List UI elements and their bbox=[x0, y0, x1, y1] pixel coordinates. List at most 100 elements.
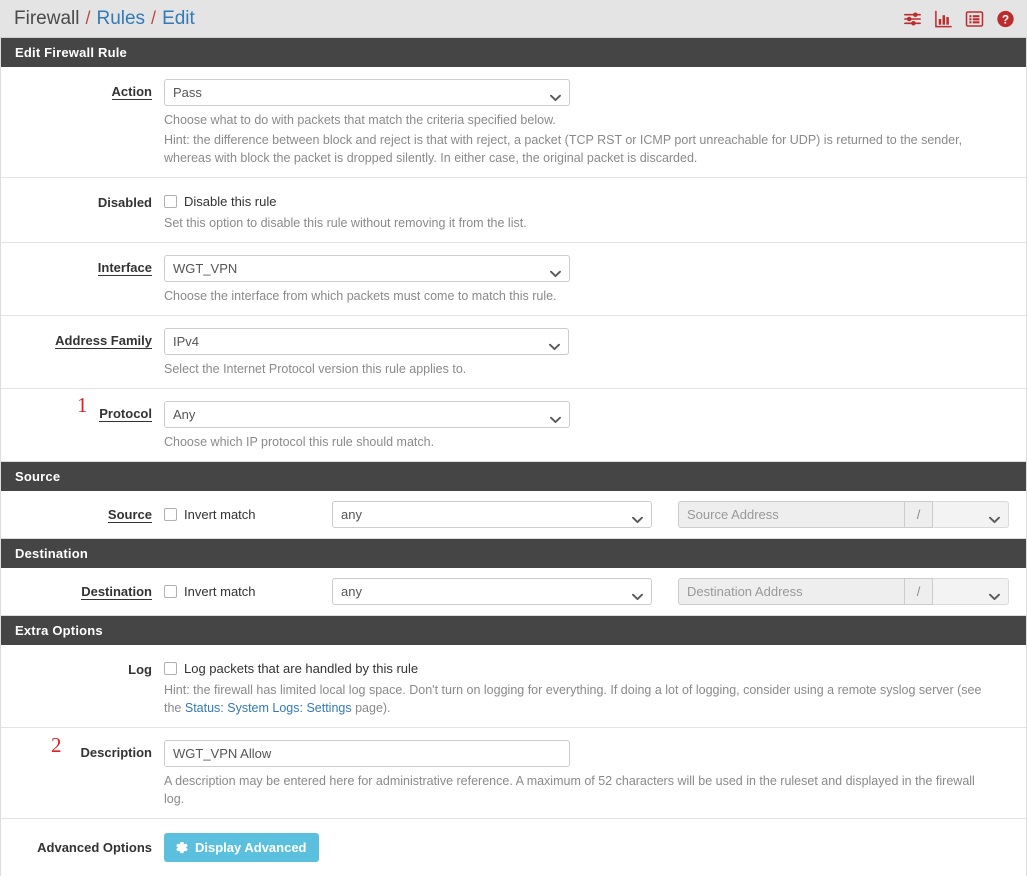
destination-invert-label[interactable]: Invert match bbox=[184, 584, 256, 599]
display-advanced-button[interactable]: Display Advanced bbox=[164, 833, 319, 862]
label-advanced-options-col: Advanced Options bbox=[1, 833, 164, 855]
destination-mask-wrap bbox=[933, 578, 1009, 605]
panel-body-edit-rule: Action Pass Choose what to do with packe… bbox=[1, 67, 1026, 461]
panel-title-destination: Destination bbox=[1, 539, 1026, 568]
form-row-disabled: Disabled Disable this rule Set this opti… bbox=[1, 178, 1026, 243]
label-advanced-options: Advanced Options bbox=[37, 840, 152, 855]
panel-title-extra-options: Extra Options bbox=[1, 616, 1026, 645]
panel-title-edit-rule: Edit Firewall Rule bbox=[1, 38, 1026, 67]
source-type-select[interactable]: any bbox=[332, 501, 652, 528]
field-description: A description may be entered here for ad… bbox=[164, 740, 1026, 808]
form-row-action: Action Pass Choose what to do with packe… bbox=[1, 67, 1026, 178]
form-row-log: Log Log packets that are handled by this… bbox=[1, 645, 1026, 728]
form-row-source: Source Invert match any Source Address / bbox=[1, 491, 1026, 538]
source-invert-group: Invert match bbox=[164, 507, 332, 522]
interface-select-wrap: WGT_VPN bbox=[164, 255, 570, 282]
source-mask-wrap bbox=[933, 501, 1009, 528]
label-action: Action bbox=[111, 84, 152, 100]
label-source-col: Source bbox=[1, 501, 164, 523]
breadcrumb-separator: / bbox=[151, 7, 157, 28]
field-advanced-options: Display Advanced bbox=[164, 833, 1026, 862]
source-controls: Invert match any / bbox=[164, 501, 1012, 528]
sliders-icon[interactable] bbox=[903, 9, 922, 28]
source-address-input[interactable] bbox=[678, 501, 904, 528]
action-select[interactable]: Pass bbox=[164, 79, 570, 106]
panel-destination: Destination Destination Invert match any bbox=[0, 539, 1027, 616]
field-log: Log packets that are handled by this rul… bbox=[164, 657, 1026, 717]
source-address-slash: / bbox=[904, 501, 933, 528]
label-address-family-col: Address Family bbox=[1, 328, 164, 349]
label-destination-col: Destination bbox=[1, 578, 164, 600]
help-log: Hint: the firewall has limited local log… bbox=[164, 681, 994, 717]
label-protocol: Protocol bbox=[99, 406, 152, 422]
source-type-select-wrap: any bbox=[332, 501, 652, 528]
source-address-group: / bbox=[678, 501, 1009, 528]
form-row-interface: Interface WGT_VPN Choose the interface f… bbox=[1, 243, 1026, 316]
breadcrumb-root: Firewall bbox=[14, 7, 80, 29]
protocol-select[interactable]: Any bbox=[164, 401, 570, 428]
panel-title-source: Source bbox=[1, 462, 1026, 491]
field-destination: Invert match any / bbox=[164, 578, 1026, 605]
label-log: Log bbox=[128, 662, 152, 677]
form-row-destination: Destination Invert match any Destination… bbox=[1, 568, 1026, 615]
help-action-1: Choose what to do with packets that matc… bbox=[164, 113, 556, 127]
destination-type-select[interactable]: any bbox=[332, 578, 652, 605]
source-invert-checkbox[interactable] bbox=[164, 508, 177, 521]
header-icon-group: ? bbox=[903, 9, 1015, 28]
breadcrumb: Firewall / Rules / Edit bbox=[14, 8, 195, 30]
interface-select[interactable]: WGT_VPN bbox=[164, 255, 570, 282]
label-description-col: Description bbox=[1, 740, 164, 760]
destination-address-input[interactable] bbox=[678, 578, 904, 605]
help-icon[interactable]: ? bbox=[996, 9, 1015, 28]
help-protocol: Choose which IP protocol this rule shoul… bbox=[164, 435, 435, 449]
label-disabled-col: Disabled bbox=[1, 190, 164, 210]
list-icon[interactable] bbox=[965, 9, 984, 28]
description-input[interactable] bbox=[164, 740, 570, 767]
breadcrumb-bar: Firewall / Rules / Edit ? bbox=[0, 0, 1027, 38]
breadcrumb-edit-link[interactable]: Edit bbox=[162, 8, 195, 30]
destination-invert-checkbox[interactable] bbox=[164, 585, 177, 598]
system-logs-settings-link[interactable]: Status: System Logs: Settings bbox=[185, 701, 352, 715]
panel-source: Source Source Invert match any Source Ad… bbox=[0, 462, 1027, 539]
log-checkline: Log packets that are handled by this rul… bbox=[164, 657, 1012, 676]
help-interface: Choose the interface from which packets … bbox=[164, 289, 557, 303]
help-action-2: Hint: the difference between block and r… bbox=[164, 133, 963, 165]
form-row-address-family: Address Family IPv4 Select the Internet … bbox=[1, 316, 1026, 389]
action-select-wrap: Pass bbox=[164, 79, 570, 106]
help-description: A description may be entered here for ad… bbox=[164, 774, 975, 806]
log-packets-checkbox[interactable] bbox=[164, 662, 177, 675]
display-advanced-button-label: Display Advanced bbox=[195, 840, 307, 855]
label-log-col: Log bbox=[1, 657, 164, 677]
protocol-select-wrap: Any bbox=[164, 401, 570, 428]
label-interface: Interface bbox=[97, 260, 152, 276]
source-mask-select[interactable] bbox=[933, 501, 1009, 528]
field-address-family: IPv4 Select the Internet Protocol versio… bbox=[164, 328, 1026, 378]
panel-body-extra-options: Log Log packets that are handled by this… bbox=[1, 645, 1026, 876]
field-disabled: Disable this rule Set this option to dis… bbox=[164, 190, 1026, 232]
destination-mask-select[interactable] bbox=[933, 578, 1009, 605]
help-disabled: Set this option to disable this rule wit… bbox=[164, 216, 527, 230]
panel-body-source: Source Invert match any Source Address / bbox=[1, 491, 1026, 538]
label-protocol-col: Protocol bbox=[1, 401, 164, 422]
panel-edit-firewall-rule: Edit Firewall Rule Action Pass Choose wh… bbox=[0, 38, 1027, 462]
breadcrumb-rules-link[interactable]: Rules bbox=[96, 8, 145, 30]
svg-text:?: ? bbox=[1002, 12, 1009, 26]
panel-extra-options: Extra Options Log Log packets that are h… bbox=[0, 616, 1027, 876]
label-action-col: Action bbox=[1, 79, 164, 100]
log-packets-checkbox-label[interactable]: Log packets that are handled by this rul… bbox=[184, 661, 418, 676]
disable-rule-checkbox[interactable] bbox=[164, 195, 177, 208]
disable-rule-checkbox-label[interactable]: Disable this rule bbox=[184, 194, 277, 209]
destination-address-slash: / bbox=[904, 578, 933, 605]
chart-icon[interactable] bbox=[934, 9, 953, 28]
label-destination: Destination bbox=[81, 584, 152, 600]
destination-controls: Invert match any / bbox=[164, 578, 1012, 605]
label-interface-col: Interface bbox=[1, 255, 164, 276]
address-family-select[interactable]: IPv4 bbox=[164, 328, 569, 355]
destination-address-group: / bbox=[678, 578, 1009, 605]
field-interface: WGT_VPN Choose the interface from which … bbox=[164, 255, 1026, 305]
label-disabled: Disabled bbox=[97, 195, 152, 210]
source-invert-label[interactable]: Invert match bbox=[184, 507, 256, 522]
help-log-post: page). bbox=[351, 701, 391, 715]
label-address-family: Address Family bbox=[55, 333, 152, 349]
destination-invert-group: Invert match bbox=[164, 584, 332, 599]
